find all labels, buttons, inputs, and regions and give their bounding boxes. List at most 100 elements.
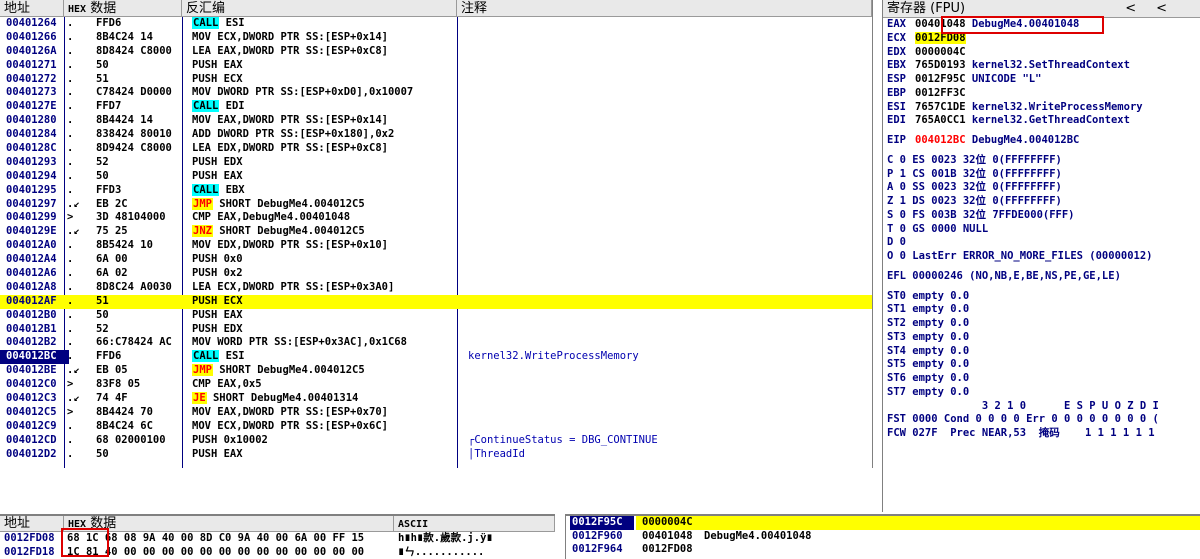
row-hex-bytes[interactable]: 50 bbox=[96, 448, 182, 462]
row-hex-bytes[interactable]: 74 4F bbox=[96, 392, 182, 406]
column-header-comment[interactable]: 注释 bbox=[457, 0, 872, 17]
row-address[interactable]: 00401297 bbox=[0, 198, 69, 212]
row-hex-bytes[interactable]: FFD3 bbox=[96, 184, 182, 198]
row-address[interactable]: 00401293 bbox=[0, 156, 69, 170]
row-instruction[interactable]: MOV DWORD PTR SS:[ESP+0xD0],0x10007 bbox=[192, 86, 454, 100]
row-address[interactable]: 004012C0 bbox=[0, 378, 69, 392]
row-address[interactable]: 00401295 bbox=[0, 184, 69, 198]
row-instruction[interactable]: LEA EAX,DWORD PTR SS:[ESP+0xC8] bbox=[192, 45, 454, 59]
fpu-st-line[interactable]: ST6 empty 0.0 bbox=[887, 372, 969, 386]
row-address[interactable]: 004012B2 bbox=[0, 336, 69, 350]
flag-line[interactable]: A 0 SS 0023 32位 0(FFFFFFFF) bbox=[887, 181, 1062, 195]
row-address[interactable]: 004012B1 bbox=[0, 323, 69, 337]
row-address[interactable]: 004012A0 bbox=[0, 239, 69, 253]
disasm-row[interactable]: 004012A6.6A 02PUSH 0x2 bbox=[0, 267, 872, 281]
disasm-row[interactable]: 004012B0.50PUSH EAX bbox=[0, 309, 872, 323]
row-comment[interactable]: ┌ContinueStatus = DBG_CONTINUE bbox=[468, 434, 863, 448]
row-instruction[interactable]: PUSH 0x2 bbox=[192, 267, 454, 281]
row-address[interactable]: 0040127E bbox=[0, 100, 69, 114]
row-hex-bytes[interactable]: FFD7 bbox=[96, 100, 182, 114]
fpu-st-line[interactable]: ST5 empty 0.0 bbox=[887, 358, 969, 372]
row-address[interactable]: 0040129E bbox=[0, 225, 69, 239]
disasm-row[interactable]: 00401266.8B4C24 14MOV ECX,DWORD PTR SS:[… bbox=[0, 31, 872, 45]
row-hex-bytes[interactable]: 50 bbox=[96, 170, 182, 184]
row-hex-bytes[interactable]: 8D9424 C8000 bbox=[96, 142, 182, 156]
row-instruction[interactable]: PUSH ECX bbox=[192, 295, 454, 309]
fpu-st-line[interactable]: ST1 empty 0.0 bbox=[887, 303, 969, 317]
flag-line[interactable]: C 0 ES 0023 32位 0(FFFFFFFF) bbox=[887, 154, 1062, 168]
row-instruction[interactable]: PUSH EAX bbox=[192, 170, 454, 184]
row-instruction[interactable]: JMP SHORT DebugMe4.004012C5 bbox=[192, 364, 454, 378]
disasm-row[interactable]: 004012B1.52PUSH EDX bbox=[0, 323, 872, 337]
disasm-row[interactable]: 00401264.FFD6CALL ESI bbox=[0, 17, 872, 31]
row-instruction[interactable]: LEA ECX,DWORD PTR SS:[ESP+0x3A0] bbox=[192, 281, 454, 295]
disasm-row[interactable]: 00401273.C78424 D0000MOV DWORD PTR SS:[E… bbox=[0, 86, 872, 100]
disassembly-pane[interactable]: 地址 HEX 数据 反汇编 注释 00401264.FFD6CALL ESI00… bbox=[0, 0, 873, 468]
disasm-row[interactable]: 0040128C.8D9424 C8000LEA EDX,DWORD PTR S… bbox=[0, 142, 872, 156]
row-instruction[interactable]: MOV ECX,DWORD PTR SS:[ESP+0x14] bbox=[192, 31, 454, 45]
row-comment[interactable]: kernel32.WriteProcessMemory bbox=[468, 350, 863, 364]
row-hex-bytes[interactable]: 75 25 bbox=[96, 225, 182, 239]
fpu-st-text[interactable]: ST0 empty 0.0 bbox=[887, 290, 969, 302]
flag-line[interactable]: T 0 GS 0000 NULL bbox=[887, 223, 988, 237]
stack-row[interactable]: 0012F96000401048DebugMe4.00401048 bbox=[566, 530, 1200, 544]
disasm-row[interactable]: 004012A0.8B5424 10MOV EDX,DWORD PTR SS:[… bbox=[0, 239, 872, 253]
row-instruction[interactable]: MOV WORD PTR SS:[ESP+0x3AC],0x1C68 bbox=[192, 336, 454, 350]
disasm-row[interactable]: 004012CD.68 02000100PUSH 0x10002┌Continu… bbox=[0, 434, 872, 448]
disasm-row[interactable]: 00401299>3D 48104000CMP EAX,DebugMe4.004… bbox=[0, 211, 872, 225]
disasm-row[interactable]: 004012BC.FFD6CALL ESIkernel32.WriteProce… bbox=[0, 350, 872, 364]
row-hex-bytes[interactable]: 50 bbox=[96, 309, 182, 323]
registers-pane[interactable]: 寄存器 (FPU) << EAX00401048 DebugMe4.004010… bbox=[882, 0, 1200, 512]
fpu-st-text[interactable]: ST1 empty 0.0 bbox=[887, 303, 969, 315]
efl-line[interactable]: EFL 00000246 (NO,NB,E,BE,NS,PE,GE,LE) bbox=[887, 270, 1121, 284]
column-header-hex[interactable]: HEX 数据 bbox=[64, 0, 182, 17]
flag-line[interactable]: O 0 LastErr ERROR_NO_MORE_FILES (0000001… bbox=[887, 250, 1153, 264]
stack-address[interactable]: 0012F964 bbox=[570, 543, 634, 557]
row-address[interactable]: 00401294 bbox=[0, 170, 69, 184]
fpu-st-line[interactable]: ST4 empty 0.0 bbox=[887, 345, 969, 359]
row-hex-bytes[interactable]: FFD6 bbox=[96, 17, 182, 31]
row-instruction[interactable]: PUSH 0x0 bbox=[192, 253, 454, 267]
row-hex-bytes[interactable]: EB 05 bbox=[96, 364, 182, 378]
disasm-row[interactable]: 004012AF.51PUSH ECX bbox=[0, 295, 872, 309]
row-instruction[interactable]: JE SHORT DebugMe4.00401314 bbox=[192, 392, 454, 406]
disasm-row[interactable]: 00401272.51PUSH ECX bbox=[0, 73, 872, 87]
fpu-st-text[interactable]: ST4 empty 0.0 bbox=[887, 345, 969, 357]
row-instruction[interactable]: ADD DWORD PTR SS:[ESP+0x180],0x2 bbox=[192, 128, 454, 142]
disasm-row[interactable]: 00401295.FFD3CALL EBX bbox=[0, 184, 872, 198]
row-hex-bytes[interactable]: C78424 D0000 bbox=[96, 86, 182, 100]
stack-pane[interactable]: 0012F95C0000004C0012F96000401048DebugMe4… bbox=[565, 514, 1200, 559]
register-value[interactable]: 765A0CC1 bbox=[915, 114, 966, 126]
row-address[interactable]: 00401271 bbox=[0, 59, 69, 73]
row-hex-bytes[interactable]: 3D 48104000 bbox=[96, 211, 182, 225]
row-instruction[interactable]: CALL EDI bbox=[192, 100, 454, 114]
row-address[interactable]: 004012A8 bbox=[0, 281, 69, 295]
row-address[interactable]: 004012A4 bbox=[0, 253, 69, 267]
row-hex-bytes[interactable]: 66:C78424 AC bbox=[96, 336, 182, 350]
flag-text[interactable]: C 0 ES 0023 32位 0(FFFFFFFF) bbox=[887, 154, 1062, 166]
flag-line[interactable]: Z 1 DS 0023 32位 0(FFFFFFFF) bbox=[887, 195, 1062, 209]
disasm-row[interactable]: 00401280.8B4424 14MOV EAX,DWORD PTR SS:[… bbox=[0, 114, 872, 128]
row-hex-bytes[interactable]: 52 bbox=[96, 323, 182, 337]
disasm-row[interactable]: 004012B2.66:C78424 ACMOV WORD PTR SS:[ES… bbox=[0, 336, 872, 350]
register-ebp[interactable]: EBP0012FF3C bbox=[887, 87, 966, 101]
disasm-row[interactable]: 00401271.50PUSH EAX bbox=[0, 59, 872, 73]
flag-line[interactable]: P 1 CS 001B 32位 0(FFFFFFFF) bbox=[887, 168, 1062, 182]
register-value[interactable]: 765D0193 bbox=[915, 59, 966, 71]
register-edx[interactable]: EDX0000004C bbox=[887, 46, 966, 60]
flag-text[interactable]: S 0 FS 003B 32位 7FFDE000(FFF) bbox=[887, 209, 1075, 221]
row-address[interactable]: 004012AF bbox=[0, 295, 69, 309]
stack-value[interactable]: 00401048 bbox=[642, 530, 693, 544]
row-instruction[interactable]: PUSH EAX bbox=[192, 59, 454, 73]
disasm-row[interactable]: 004012C9.8B4C24 6CMOV ECX,DWORD PTR SS:[… bbox=[0, 420, 872, 434]
disasm-row[interactable]: 0040126A.8D8424 C8000LEA EAX,DWORD PTR S… bbox=[0, 45, 872, 59]
row-instruction[interactable]: CALL EBX bbox=[192, 184, 454, 198]
row-hex-bytes[interactable]: 8D8424 C8000 bbox=[96, 45, 182, 59]
stack-row[interactable]: 0012F9640012FD08 bbox=[566, 543, 1200, 557]
column-header-disasm[interactable]: 反汇编 bbox=[182, 0, 457, 17]
row-instruction[interactable]: PUSH ECX bbox=[192, 73, 454, 87]
row-instruction[interactable]: LEA EDX,DWORD PTR SS:[ESP+0xC8] bbox=[192, 142, 454, 156]
register-value[interactable]: 0012FF3C bbox=[915, 87, 966, 99]
row-instruction[interactable]: CALL ESI bbox=[192, 350, 454, 364]
disasm-row[interactable]: 0040129E.↙75 25JNZ SHORT DebugMe4.004012… bbox=[0, 225, 872, 239]
